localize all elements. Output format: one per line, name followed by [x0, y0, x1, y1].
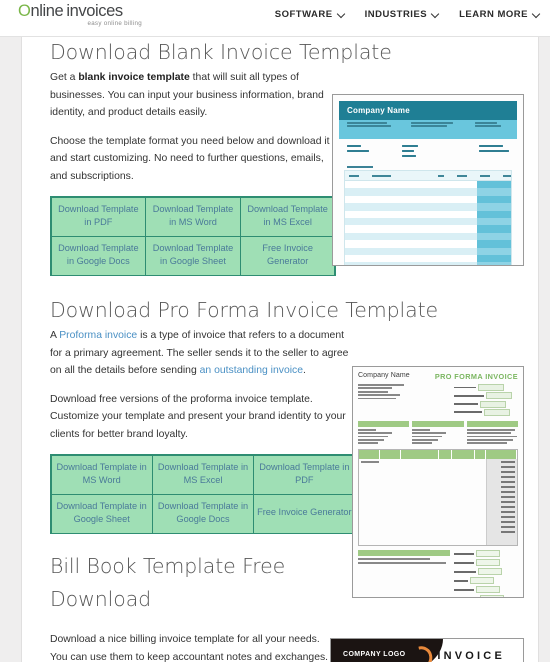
section-pro-forma-paragraph-1: A Proforma invoice is a type of invoice …	[50, 327, 350, 380]
text-fragment: Download free versions of the proforma i…	[50, 393, 346, 440]
preview-table-row	[345, 188, 511, 196]
download-button-google-docs[interactable]: Download Template in Google Docs	[50, 235, 147, 276]
section-title-pro-forma: Download Pro Forma Invoice Template	[50, 298, 439, 322]
preview-company-logo-label: COMPANY LOGO	[343, 651, 406, 658]
preview-terms-box	[358, 550, 450, 597]
preview-party-boxes	[358, 420, 518, 445]
logo-tagline: easy online billing	[87, 20, 142, 27]
preview-table-row	[345, 210, 511, 218]
logo-letter-o: O	[18, 2, 31, 20]
download-button-free-generator[interactable]: Free Invoice Generator	[239, 235, 336, 276]
preview-contact-band	[339, 120, 517, 139]
text-fragment: Download a nice billing invoice template…	[50, 634, 329, 662]
preview-header-banner: COMPANY LOGO INVOICE	[331, 639, 523, 662]
blank-invoice-preview[interactable]: Company Name	[332, 94, 524, 266]
download-buttons-blank-invoice: Download Template in PDF Download Templa…	[50, 196, 336, 276]
download-button-free-generator[interactable]: Free Invoice Generator	[253, 493, 356, 534]
nav-item-industries-label: INDUSTRIES	[364, 9, 428, 20]
preview-table-header	[359, 450, 517, 460]
preview-document-title: PRO FORMA INVOICE	[434, 372, 518, 381]
preview-table-row	[345, 195, 511, 204]
preview-table-row	[345, 262, 511, 265]
nav-item-industries[interactable]: INDUSTRIES	[365, 9, 440, 20]
preview-company-name: Company Name	[339, 101, 517, 120]
preview-table-header	[345, 171, 511, 181]
download-button-google-sheet[interactable]: Download Template in Google Sheet	[50, 493, 153, 534]
preview-table-row	[345, 240, 511, 248]
preview-table-row	[345, 247, 511, 255]
preview-customer-box	[358, 420, 410, 445]
preview-table-row	[345, 254, 511, 263]
preview-amount-column	[487, 459, 517, 546]
chevron-down-icon	[338, 11, 345, 18]
link-proforma-invoice[interactable]: Proforma invoice	[59, 330, 137, 341]
preview-totals-box	[454, 550, 518, 597]
preview-shipping-details-box	[466, 420, 518, 445]
section-bill-book-paragraph-1: Download a nice billing invoice template…	[50, 631, 332, 662]
nav-item-software-label: SOFTWARE	[274, 9, 333, 20]
download-button-pdf[interactable]: Download Template in PDF	[253, 454, 356, 495]
logo-name-part2: invoices	[66, 2, 123, 20]
bill-book-invoice-preview[interactable]: COMPANY LOGO INVOICE	[330, 638, 524, 662]
preview-address-and-meta	[358, 384, 518, 416]
preview-table-body	[359, 459, 487, 546]
nav-item-software[interactable]: SOFTWARE	[275, 9, 345, 20]
preview-company-name: Company Name	[358, 372, 410, 379]
text-fragment: .	[303, 365, 306, 376]
download-button-ms-excel[interactable]: Download Template in MS Excel	[151, 454, 255, 495]
chevron-down-icon	[533, 11, 540, 18]
preview-table-row	[345, 225, 511, 233]
page-root: Online invoices easy online billing SOFTW…	[0, 0, 550, 662]
link-outstanding-invoice[interactable]: an outstanding invoice	[200, 365, 303, 376]
preview-table-row	[345, 232, 511, 241]
preview-meta-block	[339, 139, 517, 161]
nav-item-learn-more-label: LEARN MORE	[459, 9, 528, 20]
text-fragment: Get a	[50, 72, 79, 83]
site-logo[interactable]: Online invoices easy online billing	[18, 2, 168, 27]
left-gutter	[0, 36, 22, 662]
site-header: Online invoices easy online billing SOFTW…	[0, 0, 550, 37]
preview-section-label	[347, 166, 373, 168]
section-title-bill-book: Bill Book Template Free Download	[50, 554, 286, 611]
download-button-ms-word[interactable]: Download Template in MS Word	[145, 196, 241, 237]
preview-table-row	[345, 181, 511, 189]
preview-header-row: Company Name PRO FORMA INVOICE	[358, 372, 518, 381]
main-navigation: SOFTWARE INDUSTRIES LEARN MORE	[275, 9, 540, 20]
text-fragment: A	[50, 330, 60, 341]
section-pro-forma-paragraph-2: Download free versions of the proforma i…	[50, 391, 350, 444]
logo-name-part1: nline	[30, 2, 64, 20]
download-button-google-sheet[interactable]: Download Template in Google Sheet	[145, 235, 241, 276]
text-fragment-bold: blank invoice template	[78, 72, 190, 83]
preview-document-title: INVOICE	[437, 650, 505, 662]
preview-shipto-box	[412, 420, 464, 445]
logo-wordmark: Online invoices	[18, 2, 168, 21]
chevron-down-icon	[432, 11, 439, 18]
section-title-blank-invoice: Download Blank Invoice Template	[50, 40, 392, 64]
main-content: Download Blank Invoice Template Get a bl…	[22, 36, 538, 662]
download-button-ms-word[interactable]: Download Template in MS Word	[50, 454, 153, 495]
preview-line-items-table	[344, 170, 512, 265]
section-blank-invoice-paragraph-1: Get a blank invoice template that will s…	[50, 69, 332, 122]
section-blank-invoice-paragraph-2: Choose the template format you need belo…	[50, 133, 332, 186]
text-fragment: Choose the template format you need belo…	[50, 135, 330, 182]
pro-forma-invoice-preview[interactable]: Company Name PRO FORMA INVOICE	[352, 366, 524, 598]
download-button-google-docs[interactable]: Download Template in Google Docs	[151, 493, 255, 534]
download-button-ms-excel[interactable]: Download Template in MS Excel	[239, 196, 336, 237]
download-buttons-pro-forma: Download Template in MS Word Download Te…	[50, 454, 356, 534]
right-gutter	[538, 36, 550, 662]
preview-table-row	[345, 203, 511, 211]
preview-terms-and-totals	[358, 550, 518, 597]
preview-line-items-table	[358, 449, 518, 547]
download-button-pdf[interactable]: Download Template in PDF	[50, 196, 147, 237]
nav-item-learn-more[interactable]: LEARN MORE	[459, 9, 540, 20]
preview-table-row	[345, 217, 511, 226]
